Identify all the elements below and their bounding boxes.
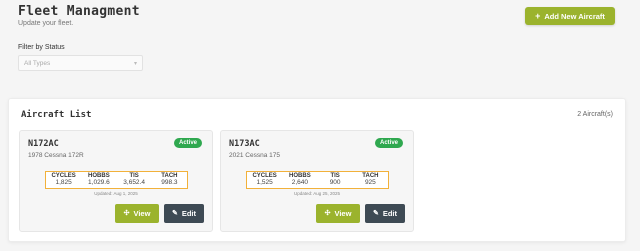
stat-hobbs: HOBBS 2,640 (282, 172, 317, 188)
plane-icon: ✣ (324, 210, 331, 217)
pencil-icon: ✎ (372, 210, 379, 217)
stat-cycles: CYCLES 1,825 (46, 172, 81, 188)
edit-button[interactable]: ✎ Edit (164, 204, 204, 223)
stat-value: 3,652.4 (123, 179, 145, 187)
updated-timestamp: Updated: Aug 1, 2025 (94, 191, 138, 196)
stat-value: 1,029.6 (88, 179, 110, 187)
stat-value: 2,640 (291, 179, 309, 187)
filter-label: Filter by Status (18, 44, 65, 51)
add-aircraft-button[interactable]: + Add New Aircraft (525, 7, 615, 25)
page-subtitle: Update your fleet. (18, 20, 74, 27)
add-aircraft-label: Add New Aircraft (544, 11, 605, 21)
stat-tis: TIS 900 (318, 172, 353, 188)
aircraft-stats-box: CYCLES 1,525 HOBBS 2,640 TIS 900 TACH 92… (246, 171, 389, 189)
stat-tach: TACH 998.3 (152, 172, 187, 188)
status-badge: Active (173, 138, 202, 148)
stat-tach: TACH 925 (353, 172, 388, 188)
updated-timestamp: Updated: Aug 25, 2025 (293, 191, 341, 196)
chevron-down-icon: ▾ (133, 60, 137, 67)
page-title: Fleet Managment (18, 4, 140, 19)
aircraft-tail-number: N173AC (229, 139, 260, 149)
aircraft-count: 2 Aircraft(s) (577, 111, 613, 118)
plus-icon: + (535, 10, 541, 21)
aircraft-list-title: Aircraft List (21, 110, 92, 120)
status-badge: Active (374, 138, 403, 148)
stat-value: 1,825 (55, 179, 72, 187)
aircraft-model: 1978 Cessna 172R (28, 152, 84, 159)
view-button[interactable]: ✣ View (115, 204, 159, 223)
edit-label: Edit (382, 209, 398, 218)
stat-tis: TIS 3,652.4 (117, 172, 152, 188)
aircraft-card: N172AC 1978 Cessna 172R Active CYCLES 1,… (19, 130, 213, 232)
pencil-icon: ✎ (171, 210, 178, 217)
view-button[interactable]: ✣ View (316, 204, 360, 223)
plane-icon: ✣ (123, 210, 130, 217)
edit-label: Edit (181, 209, 197, 218)
stat-value: 1,525 (256, 179, 273, 187)
aircraft-list-panel: Aircraft List 2 Aircraft(s) N172AC 1978 … (8, 98, 626, 242)
edit-button[interactable]: ✎ Edit (365, 204, 405, 223)
aircraft-tail-number: N172AC (28, 139, 59, 149)
filter-selected-value: All Types (24, 59, 51, 67)
aircraft-model: 2021 Cessna 175 (229, 152, 280, 159)
view-label: View (334, 209, 352, 218)
status-filter-select[interactable]: All Types ▾ (18, 55, 143, 71)
view-label: View (133, 209, 151, 218)
stat-value: 998.3 (161, 179, 178, 187)
stat-hobbs: HOBBS 1,029.6 (81, 172, 116, 188)
stat-value: 925 (364, 179, 376, 187)
aircraft-card: N173AC 2021 Cessna 175 Active CYCLES 1,5… (220, 130, 414, 232)
aircraft-stats-box: CYCLES 1,825 HOBBS 1,029.6 TIS 3,652.4 T… (45, 171, 188, 189)
stat-cycles: CYCLES 1,525 (247, 172, 282, 188)
stat-value: 900 (329, 179, 341, 187)
